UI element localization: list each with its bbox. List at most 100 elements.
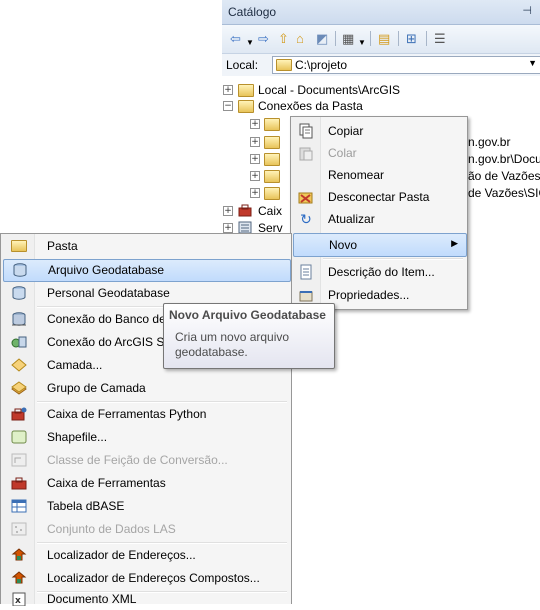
connect-folder-icon[interactable]: ◩ <box>316 31 328 46</box>
refresh-icon: ↻ <box>300 211 312 227</box>
view-grid-icon[interactable]: ▦ <box>342 31 354 46</box>
shapefile-icon <box>11 430 27 444</box>
menu-item-label: Tabela dBASE <box>47 499 125 513</box>
tree-node-label: ão de Vazões <box>468 169 540 183</box>
menu-item-label: Descrição do Item... <box>328 265 435 279</box>
menu-item-rename[interactable]: Renomear <box>293 164 465 186</box>
expand-icon[interactable]: + <box>223 206 233 216</box>
menu-item-label: Colar <box>328 146 357 160</box>
expand-icon[interactable]: + <box>250 154 260 164</box>
menu-item-label: Atualizar <box>328 212 375 226</box>
options-icon[interactable]: ☰ <box>434 31 446 46</box>
expand-icon[interactable]: + <box>223 223 233 233</box>
expand-icon[interactable]: + <box>250 171 260 181</box>
new-item-folder[interactable]: Pasta <box>3 236 289 257</box>
address-locator-icon <box>11 548 27 562</box>
menu-item-refresh[interactable]: ↻ Atualizar <box>293 208 465 230</box>
menu-item-label: Documento XML <box>47 592 137 606</box>
new-item-composite-address-locator[interactable]: Localizador de Endereços Compostos... <box>3 568 289 589</box>
tree-toggle-icon[interactable]: ⊞ <box>406 31 417 46</box>
expand-icon[interactable]: + <box>250 119 260 129</box>
menu-item-new[interactable]: Novo ▶ <box>293 233 467 257</box>
menu-item-label: Propriedades... <box>328 288 410 302</box>
menu-item-label: Renomear <box>328 168 385 182</box>
new-item-address-locator[interactable]: Localizador de Endereços... <box>3 545 289 566</box>
back-arrow-icon[interactable]: ⇦ <box>230 31 241 46</box>
new-item-shapefile[interactable]: Shapefile... <box>3 427 289 448</box>
folder-icon <box>264 118 280 131</box>
layer-icon <box>11 358 27 372</box>
menu-item-label: Conjunto de Dados LAS <box>47 522 176 536</box>
new-item-python-toolbox[interactable]: Caixa de Ferramentas Python <box>3 404 289 425</box>
folder-connections-icon <box>238 100 254 113</box>
menu-item-item-description[interactable]: Descrição do Item... <box>293 261 465 283</box>
menu-item-label: Novo <box>329 238 358 252</box>
folder-icon <box>264 136 280 149</box>
new-submenu: Pasta Arquivo Geodatabase Personal Geoda… <box>0 233 292 607</box>
menu-separator <box>323 258 463 260</box>
location-combo[interactable]: C:\projeto ▼ <box>272 56 540 74</box>
new-item-las-dataset[interactable]: Conjunto de Dados LAS <box>3 519 289 540</box>
view-dropdown-icon[interactable]: ▼ <box>358 35 366 50</box>
menu-item-label: Conexão do Banco de <box>47 312 166 326</box>
las-dataset-icon <box>11 522 27 536</box>
copy-icon <box>298 123 314 139</box>
properties-icon <box>298 287 314 303</box>
new-item-personal-geodatabase[interactable]: Personal Geodatabase <box>3 283 289 304</box>
menu-separator <box>37 542 287 544</box>
personal-geodatabase-icon <box>11 286 27 300</box>
location-bar: Local: C:\projeto ▼ <box>222 54 540 76</box>
home-folder-icon[interactable]: ⌂ <box>296 31 304 46</box>
menu-item-copy[interactable]: Copiar <box>293 120 465 142</box>
disconnect-folder-icon <box>298 189 314 205</box>
menu-item-paste[interactable]: Colar <box>293 142 465 164</box>
menu-item-label: Localizador de Endereços Compostos... <box>47 571 260 585</box>
toolbar-separator <box>335 31 336 46</box>
python-toolbox-icon <box>11 407 27 421</box>
expand-icon[interactable]: + <box>250 188 260 198</box>
toolbar-separator <box>398 31 399 46</box>
back-dropdown-icon[interactable]: ▼ <box>246 35 254 50</box>
tree-node-label: Conexões da Pasta <box>258 99 363 113</box>
up-folder-icon[interactable]: ⇧ <box>278 31 289 46</box>
menu-item-disconnect-folder[interactable]: Desconectar Pasta <box>293 186 465 208</box>
item-description-icon <box>298 264 314 280</box>
tree-node-label: Caix <box>258 204 283 218</box>
database-connection-icon <box>11 312 27 326</box>
new-item-group-layer[interactable]: Grupo de Camada <box>3 378 289 399</box>
folder-icon <box>264 153 280 166</box>
folder-context-menu: Copiar Colar Renomear Desconectar Pasta … <box>290 116 468 310</box>
menu-item-label: Shapefile... <box>47 430 108 444</box>
collapse-icon[interactable]: − <box>223 101 233 111</box>
expand-icon[interactable]: + <box>250 137 260 147</box>
svg-text:x: x <box>15 596 21 606</box>
tooltip: Novo Arquivo Geodatabase Cria um novo ar… <box>163 303 335 369</box>
new-folder-icon[interactable]: ▤ <box>378 31 390 46</box>
new-item-turn-feature-class[interactable]: Classe de Feição de Conversão... <box>3 450 289 471</box>
folder-icon <box>276 59 292 71</box>
menu-item-label: Pasta <box>47 239 78 253</box>
catalog-title-bar: Catálogo ⊣ <box>222 0 540 25</box>
toolboxes-icon <box>238 204 252 217</box>
location-label: Local: <box>226 58 259 72</box>
expand-icon[interactable]: + <box>223 85 233 95</box>
toolbar-separator <box>426 31 427 46</box>
catalog-title: Catálogo <box>228 5 277 19</box>
forward-arrow-icon[interactable]: ⇨ <box>258 31 269 46</box>
chevron-down-icon[interactable]: ▼ <box>528 58 537 68</box>
new-item-toolbox[interactable]: Caixa de Ferramentas <box>3 473 289 494</box>
pin-icon[interactable]: ⊣ <box>522 4 532 17</box>
folder-icon <box>238 84 254 97</box>
tree-node-label: Local - Documents\ArcGIS <box>258 83 401 97</box>
tooltip-body: Cria um novo arquivo geodatabase. <box>175 330 290 359</box>
folder-icon <box>264 187 280 200</box>
catalog-toolbar: ⇦ ▼ ⇨ ⇧ ⌂ ◩ ▦ ▼ ▤ ⊞ ☰ <box>222 25 540 54</box>
new-item-xml-document[interactable]: x Documento XML <box>3 589 289 610</box>
new-item-dbase-table[interactable]: Tabela dBASE <box>3 496 289 517</box>
menu-item-label: Localizador de Endereços... <box>47 548 196 562</box>
menu-item-label: Arquivo Geodatabase <box>48 263 165 277</box>
tree-node-label: n.gov.br\Docu <box>468 152 540 166</box>
menu-item-label: Grupo de Camada <box>47 381 146 395</box>
composite-address-locator-icon <box>11 571 27 585</box>
new-item-file-geodatabase[interactable]: Arquivo Geodatabase <box>3 259 291 282</box>
